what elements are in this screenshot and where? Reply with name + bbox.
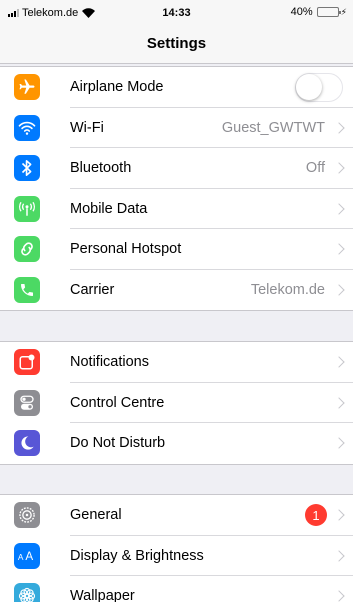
status-bar: Telekom.de 14:33 40% ⚡ <box>0 0 353 26</box>
chevron-right-icon <box>333 437 345 449</box>
settings-row-control-centre[interactable]: Control Centre <box>0 383 353 423</box>
settings-row-wi-fi[interactable]: Wi-Fi Guest_GWTWT <box>0 108 353 148</box>
settings-row-label: Wallpaper <box>70 588 135 602</box>
status-bar-right: 40% ⚡ <box>291 6 347 18</box>
chevron-right-icon <box>333 284 345 296</box>
bluetooth-icon <box>14 155 40 182</box>
hotspot-icon <box>14 236 40 263</box>
settings-row-label: Display & Brightness <box>70 547 204 564</box>
battery-percentage: 40% <box>290 6 313 18</box>
charging-bolt-icon: ⚡ <box>340 6 347 17</box>
settings-row-personal-hotspot[interactable]: Personal Hotspot <box>0 229 353 270</box>
settings-group: Airplane Mode Wi-Fi Guest_GWTWT Bluetooth Of… <box>0 66 353 311</box>
moon-icon <box>14 430 40 457</box>
settings-row-label: Personal Hotspot <box>70 241 182 258</box>
chevron-right-icon <box>333 203 345 215</box>
settings-row-airplane-mode[interactable]: Airplane Mode <box>0 67 353 108</box>
page-title: Settings <box>146 35 207 52</box>
settings-row-label: Airplane Mode <box>70 79 164 96</box>
chevron-right-icon <box>333 243 345 255</box>
settings-row-label: Bluetooth <box>70 160 132 177</box>
airplane-icon <box>14 74 40 101</box>
settings-row-bluetooth[interactable]: Bluetooth Off <box>0 148 353 189</box>
settings-group: Notifications Control Centre Do Not Distur… <box>0 341 353 465</box>
settings-row-carrier[interactable]: Carrier Telekom.de <box>0 270 353 311</box>
settings-row-general[interactable]: General 1 <box>0 495 353 536</box>
notification-badge: 1 <box>305 504 327 527</box>
chevron-right-icon <box>333 590 345 602</box>
antenna-icon <box>14 195 40 222</box>
settings-row-label: Mobile Data <box>70 200 148 217</box>
navigation-bar: Settings <box>0 26 353 64</box>
display-icon: AA <box>14 542 40 569</box>
phone-icon <box>14 276 40 303</box>
battery-icon <box>316 7 341 17</box>
settings-row-label: Wi-Fi <box>70 119 104 136</box>
settings-row-do-not-disturb[interactable]: Do Not Disturb <box>0 423 353 464</box>
settings-row-wallpaper[interactable]: Wallpaper <box>0 576 353 602</box>
settings-row-value: Telekom.de <box>250 281 325 298</box>
control-centre-icon <box>14 389 40 416</box>
settings-row-mobile-data[interactable]: Mobile Data <box>0 189 353 229</box>
settings-group: General 1 A A Display & Brightness Wallpaper <box>0 494 353 602</box>
notifications-icon <box>14 349 40 376</box>
airplane-mode-toggle[interactable] <box>295 72 343 102</box>
settings-row-notifications[interactable]: Notifications <box>0 342 353 383</box>
settings-row-value: Off <box>305 160 325 177</box>
chevron-right-icon <box>333 550 345 562</box>
svg-text:A: A <box>18 552 24 562</box>
settings-row-label: Control Centre <box>70 394 165 411</box>
wifi-icon <box>14 114 40 141</box>
chevron-right-icon <box>333 122 345 134</box>
settings-row-label: Carrier <box>70 281 115 298</box>
chevron-right-icon <box>333 397 345 409</box>
toggle-knob <box>296 73 322 100</box>
chevron-right-icon <box>333 162 345 174</box>
settings-row-label: General <box>70 507 122 524</box>
wallpaper-icon <box>14 583 40 602</box>
settings-row-label: Notifications <box>70 354 149 371</box>
chevron-right-icon <box>333 509 345 521</box>
svg-text:A: A <box>25 550 33 563</box>
gear-icon <box>14 502 40 529</box>
settings-row-display-and-brightness[interactable]: A A Display & Brightness <box>0 536 353 576</box>
settings-row-label: Do Not Disturb <box>70 435 166 452</box>
settings-row-value: Guest_GWTWT <box>221 119 325 136</box>
chevron-right-icon <box>333 356 345 368</box>
